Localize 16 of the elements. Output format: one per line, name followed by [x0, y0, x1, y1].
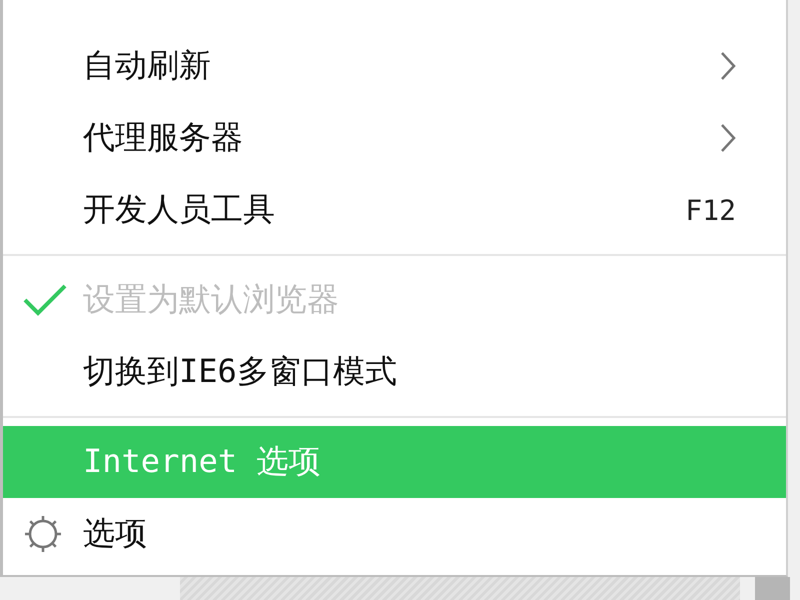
- chevron-right-icon: [720, 123, 736, 153]
- menu-label: 切换到IE6多窗口模式: [83, 351, 397, 392]
- scrollbar-thumb[interactable]: [755, 577, 790, 600]
- menu-label: 设置为默认浏览器: [83, 279, 339, 320]
- shortcut-text: F12: [685, 194, 736, 226]
- menu-item[interactable]: 自动刷新: [3, 30, 786, 102]
- menu-label: 代理服务器: [83, 117, 243, 158]
- chevron-right-icon: [720, 51, 736, 81]
- menu-item[interactable]: 切换到IE6多窗口模式: [3, 336, 786, 408]
- menu-label: 开发人员工具: [83, 189, 275, 230]
- menu-label: Internet 选项: [83, 441, 320, 482]
- menu-item[interactable]: 选项: [3, 498, 786, 570]
- menu-label: 自动刷新: [83, 45, 211, 86]
- menu-item[interactable]: 代理服务器: [3, 102, 786, 174]
- menu-item[interactable]: 开发人员工具 F12: [3, 174, 786, 246]
- menu-label: 选项: [83, 513, 147, 554]
